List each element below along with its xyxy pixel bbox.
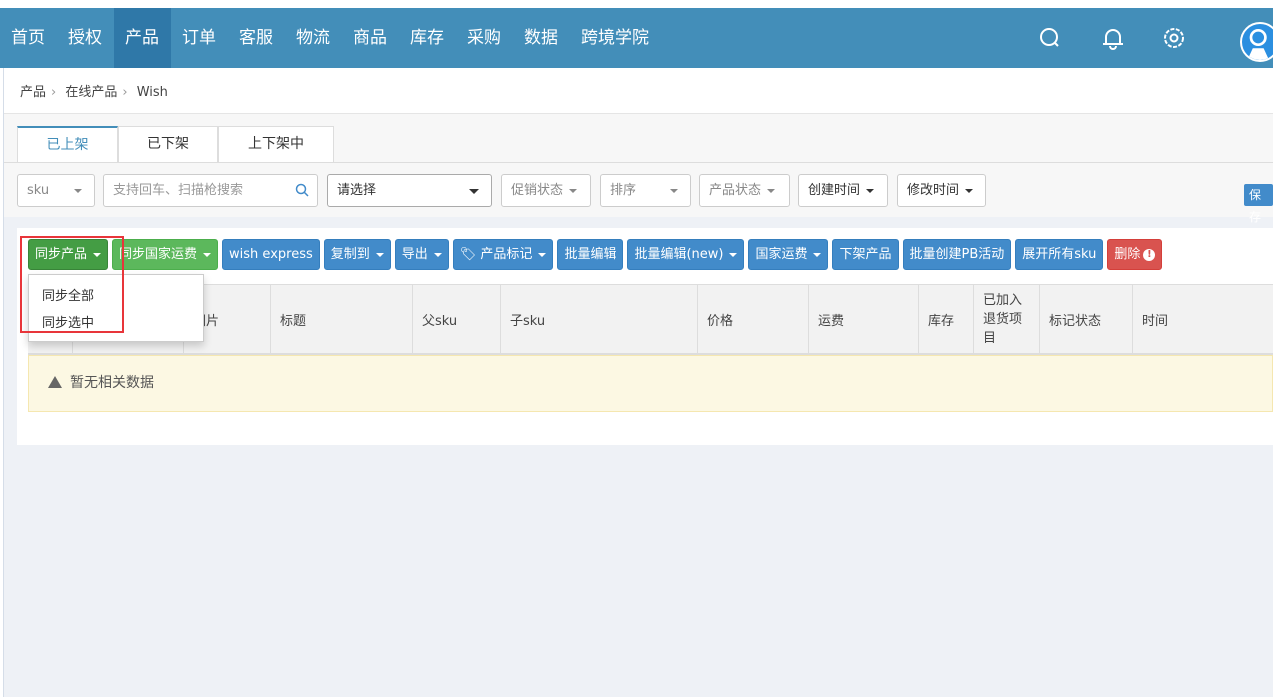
breadcrumb: 产品 › 在线产品 › Wish — [4, 68, 1273, 113]
sku-select[interactable]: sku — [17, 174, 95, 207]
bulk-edit-button[interactable]: 批量编辑 — [557, 239, 624, 270]
gear-icon[interactable] — [1160, 24, 1188, 52]
bell-icon[interactable] — [1099, 24, 1127, 52]
col-time: 时间 — [1132, 285, 1273, 354]
created-time-dropdown[interactable]: 创建时间 — [798, 174, 888, 207]
category-select[interactable]: 请选择 — [327, 174, 492, 207]
tag-icon: 🏷 — [459, 247, 481, 262]
bulk-edit-new-button[interactable]: 批量编辑(new) — [627, 239, 745, 270]
expand-all-sku-button[interactable]: 展开所有sku — [1015, 239, 1104, 270]
nav-goods[interactable]: 商品 — [342, 8, 399, 68]
nav-logistics[interactable]: 物流 — [285, 8, 342, 68]
breadcrumb-item[interactable]: 在线产品 — [65, 85, 117, 100]
nav-auth[interactable]: 授权 — [57, 8, 114, 68]
col-child-sku: 子sku — [500, 285, 697, 354]
top-nav: 首页 授权 产品 订单 客服 物流 商品 库存 采购 数据 跨境学院 — [0, 8, 1273, 68]
nav-inventory[interactable]: 库存 — [399, 8, 456, 68]
col-tag-status: 标记状态 — [1039, 285, 1132, 354]
nav-orders[interactable]: 订单 — [171, 8, 228, 68]
sync-country-shipping-button[interactable]: 同步国家运费 — [112, 239, 219, 270]
modified-time-dropdown[interactable]: 修改时间 — [897, 174, 986, 207]
sort-dropdown[interactable]: 排序 — [600, 174, 691, 207]
nav-purchase[interactable]: 采购 — [456, 8, 513, 68]
product-panel: 同步产品 同步国家运费 wish express 复制到 导出 🏷 产品标记 批… — [17, 228, 1273, 445]
breadcrumb-current: Wish — [136, 85, 168, 100]
table-header: 图片 标题 父sku 子sku 价格 运费 库存 已加入退货项目 标记状态 时间 — [28, 284, 1273, 355]
save-button[interactable]: 保存 — [1244, 184, 1273, 224]
delete-button[interactable]: 删除! — [1107, 239, 1163, 270]
create-pb-campaign-button[interactable]: 批量创建PB活动 — [902, 239, 1012, 270]
delist-button[interactable]: 下架产品 — [832, 239, 899, 270]
country-shipping-button[interactable]: 国家运费 — [748, 239, 829, 270]
search-icon[interactable] — [295, 183, 309, 197]
col-return-project: 已加入退货项目 — [973, 285, 1039, 354]
highlight-box — [20, 236, 124, 333]
col-price: 价格 — [697, 285, 808, 354]
breadcrumb-item[interactable]: 产品 — [20, 85, 46, 100]
copy-to-button[interactable]: 复制到 — [323, 239, 391, 270]
promo-status-dropdown[interactable]: 促销状态 — [501, 174, 591, 207]
tab-delisted[interactable]: 已下架 — [118, 126, 218, 163]
nav-academy[interactable]: 跨境学院 — [570, 8, 661, 68]
warning-icon — [48, 376, 62, 388]
export-button[interactable]: 导出 — [394, 239, 449, 270]
empty-state: 暂无相关数据 — [28, 355, 1273, 412]
col-stock: 库存 — [918, 285, 973, 354]
nav-data[interactable]: 数据 — [513, 8, 570, 68]
nav-service[interactable]: 客服 — [228, 8, 285, 68]
tab-listed[interactable]: 已上架 — [17, 126, 118, 163]
col-title: 标题 — [270, 285, 412, 354]
exclamation-icon: ! — [1143, 248, 1156, 261]
product-status-dropdown[interactable]: 产品状态 — [699, 174, 790, 207]
search-input[interactable]: 支持回车、扫描枪搜索 — [103, 174, 318, 207]
search-icon[interactable] — [1036, 24, 1064, 52]
product-tag-button[interactable]: 🏷 产品标记 — [452, 239, 554, 270]
avatar[interactable] — [1240, 22, 1273, 62]
nav-home[interactable]: 首页 — [0, 8, 57, 68]
col-shipping: 运费 — [808, 285, 918, 354]
nav-products[interactable]: 产品 — [114, 8, 171, 68]
col-parent-sku: 父sku — [412, 285, 500, 354]
wish-express-button[interactable]: wish express — [222, 239, 320, 270]
tab-in-progress[interactable]: 上下架中 — [218, 126, 334, 163]
